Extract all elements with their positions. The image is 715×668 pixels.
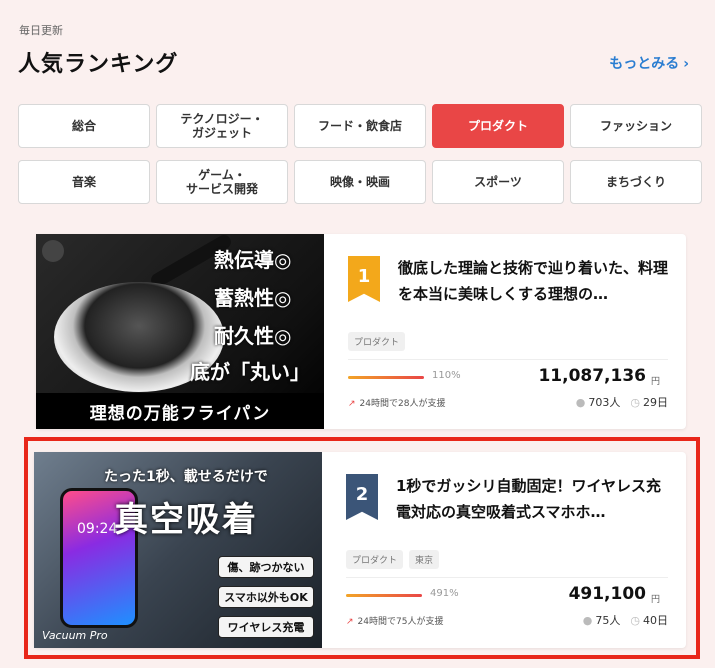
rank-badge: 1 <box>348 256 380 302</box>
supporters-count: ● 75人 <box>583 612 621 628</box>
category-tab-product[interactable]: プロダクト <box>432 104 564 148</box>
thumb-copy: たった1秒、載せるだけで <box>104 469 268 485</box>
feature-pill: ワイヤレス充電 <box>218 616 314 638</box>
project-title[interactable]: 徹底した理論と技術で辿り着いた、料理を本当に美味しくする理想の… <box>398 256 668 307</box>
currency-unit: 円 <box>650 377 660 387</box>
recent-support-text: 24時間で75人が支援 <box>357 617 444 627</box>
trend-up-icon: ↗ <box>348 399 356 409</box>
rank-badge: 2 <box>346 474 378 520</box>
category-tab-town[interactable]: まちづくり <box>570 160 702 204</box>
currency-unit: 円 <box>650 595 660 605</box>
daily-update-label: 毎日更新 <box>19 24 63 37</box>
category-tab-sports[interactable]: スポーツ <box>432 160 564 204</box>
supporters-count: ● 703人 <box>576 394 621 410</box>
clock-icon: ◷ <box>630 396 640 409</box>
project-meta: ● 703人 ◷ 29日 <box>576 394 668 410</box>
person-icon: ● <box>575 396 586 409</box>
days-left: ◷ 29日 <box>630 394 668 410</box>
trend-up-icon: ↗ <box>346 617 354 627</box>
category-tab-music[interactable]: 音楽 <box>18 160 150 204</box>
project-thumbnail[interactable]: 熱伝導◎ 蓄熱性◎ 耐久性◎ 底が「丸い」 理想の万能フライパン <box>36 234 324 429</box>
project-thumbnail[interactable]: 09:24 たった1秒、載せるだけで 真空吸着 傷、跡つかない スマホ以外もOK… <box>34 452 322 648</box>
supporters-value: 703人 <box>588 396 621 409</box>
category-tab-fashion[interactable]: ファッション <box>570 104 702 148</box>
chevron-right-icon: › <box>683 56 689 72</box>
project-meta: ● 75人 ◷ 40日 <box>583 612 668 628</box>
feature-pill: スマホ以外もOK <box>218 586 314 608</box>
recent-support-text: 24時間で28人が支援 <box>359 399 446 409</box>
feature-pill: 傷、跡つかない <box>218 556 314 578</box>
category-tab-film[interactable]: 映像・映画 <box>294 160 426 204</box>
raised-amount: 491,100 <box>568 584 646 604</box>
thumb-copy-line: 蓄熱性◎ <box>214 286 292 310</box>
tag[interactable]: プロダクト <box>348 332 406 351</box>
see-more-label: もっとみる <box>609 56 680 72</box>
brand-name: Vacuum Pro <box>42 629 108 642</box>
progress-bar <box>348 376 424 379</box>
days-value: 40日 <box>643 614 668 627</box>
person-icon: ● <box>582 614 593 627</box>
thumb-banner: 理想の万能フライパン <box>36 393 324 429</box>
progress-percent: 110% <box>432 370 461 381</box>
tag-list: プロダクト 東京 <box>346 550 440 569</box>
tag[interactable]: プロダクト <box>346 550 404 569</box>
progress-bar <box>346 594 422 597</box>
thumb-headline: 真空吸着 <box>114 500 258 540</box>
thumb-copy-line: 熱伝導◎ <box>214 248 292 272</box>
see-more-link[interactable]: もっとみる › <box>609 53 689 73</box>
thumb-copy-line: 底が「丸い」 <box>190 360 310 384</box>
phone-time: 09:24 <box>77 521 118 537</box>
thumb-copy-line: 耐久性◎ <box>214 324 292 348</box>
raised-amount: 11,087,136 <box>538 366 646 386</box>
recent-support: ↗ 24時間で28人が支援 <box>348 396 445 409</box>
divider <box>348 359 668 360</box>
tag[interactable]: 東京 <box>409 550 440 569</box>
ranking-card-1[interactable]: 熱伝導◎ 蓄熱性◎ 耐久性◎ 底が「丸い」 理想の万能フライパン 1 徹底した理… <box>36 234 686 429</box>
days-value: 29日 <box>643 396 668 409</box>
progress-percent: 491% <box>430 588 459 599</box>
page-title: 人気ランキング <box>18 52 179 77</box>
supporters-value: 75人 <box>595 614 621 627</box>
category-tab-food[interactable]: フード・飲食店 <box>294 104 426 148</box>
category-tab-games[interactable]: ゲーム・ サービス開発 <box>156 160 288 204</box>
category-tabs: 総合 テクノロジー・ ガジェット フード・飲食店 プロダクト ファッション 音楽… <box>18 104 702 204</box>
divider <box>346 577 668 578</box>
clock-icon: ◷ <box>630 614 640 627</box>
days-left: ◷ 40日 <box>630 612 668 628</box>
recent-support: ↗ 24時間で75人が支援 <box>346 614 443 627</box>
tag-list: プロダクト <box>348 332 406 351</box>
ranking-card-2[interactable]: 09:24 たった1秒、載せるだけで 真空吸着 傷、跡つかない スマホ以外もOK… <box>34 452 686 648</box>
project-title[interactable]: 1秒でガッシリ自動固定！ワイヤレス充電対応の真空吸着式スマホホ… <box>396 474 668 525</box>
brand-logo-icon <box>42 240 64 262</box>
category-tab-technology[interactable]: テクノロジー・ ガジェット <box>156 104 288 148</box>
category-tab-overall[interactable]: 総合 <box>18 104 150 148</box>
